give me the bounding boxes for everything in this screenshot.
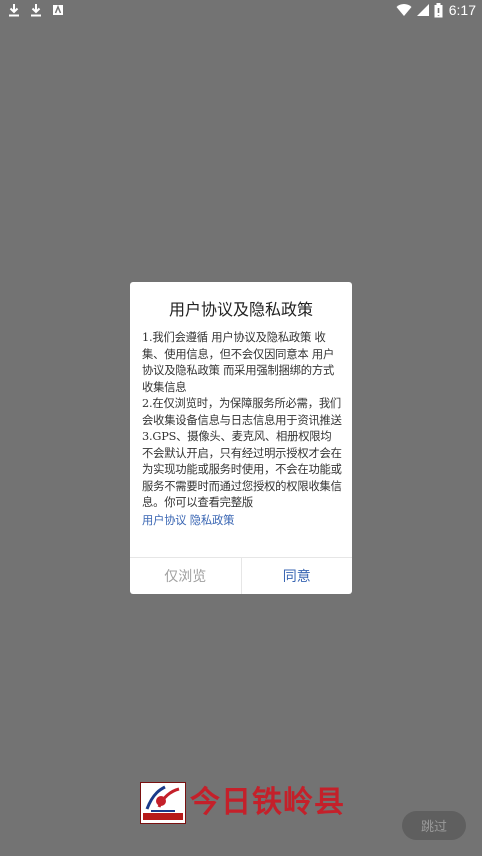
- logo-emblem-icon: [140, 782, 186, 824]
- dialog-title: 用户协议及隐私政策: [168, 300, 313, 319]
- wifi-icon: [396, 4, 412, 17]
- logo-text: 今日铁岭县: [190, 785, 345, 820]
- dialog-paragraph-3: 3.GPS、摄像头、麦克风、相册权限均不会默认开启，只有经过明示授权才会在为实现…: [142, 430, 342, 509]
- app-logo: 今日铁岭县: [140, 782, 345, 824]
- browse-only-button[interactable]: 仅浏览: [130, 558, 242, 594]
- skip-button[interactable]: 跳过: [402, 811, 466, 840]
- dialog-paragraph-1: 1.我们会遵循 用户协议及隐私政策 收集、使用信息，但不会仅因同意本 用户协议及…: [142, 331, 335, 394]
- dialog-body: 1.我们会遵循 用户协议及隐私政策 收集、使用信息，但不会仅因同意本 用户协议及…: [142, 330, 342, 529]
- download-icon: [31, 4, 41, 17]
- status-time: 6:17: [448, 2, 476, 18]
- status-bar: 6:17: [0, 0, 482, 22]
- logo-subtitle-strip: [143, 813, 183, 820]
- privacy-dialog: 用户协议及隐私政策 1.我们会遵循 用户协议及隐私政策 收集、使用信息，但不会仅…: [130, 282, 352, 594]
- download-icon: [9, 4, 19, 17]
- user-agreement-link[interactable]: 用户协议: [142, 514, 187, 527]
- signal-icon: [416, 4, 429, 16]
- status-left-icons: [8, 3, 64, 17]
- agree-button[interactable]: 同意: [242, 558, 353, 594]
- battery-icon: [434, 2, 443, 17]
- logo-mark-icon: [145, 785, 180, 812]
- privacy-policy-link[interactable]: 隐私政策: [190, 514, 235, 527]
- status-right-icons: 6:17: [396, 2, 476, 18]
- app-notification-icon: [53, 5, 63, 15]
- dialog-links: 用户协议 隐私政策: [142, 513, 342, 530]
- dialog-paragraph-2: 2.在仅浏览时，为保障服务所必需，我们会收集设备信息与日志信息用于资讯推送: [142, 397, 342, 427]
- dialog-buttons: 仅浏览 同意: [130, 557, 352, 594]
